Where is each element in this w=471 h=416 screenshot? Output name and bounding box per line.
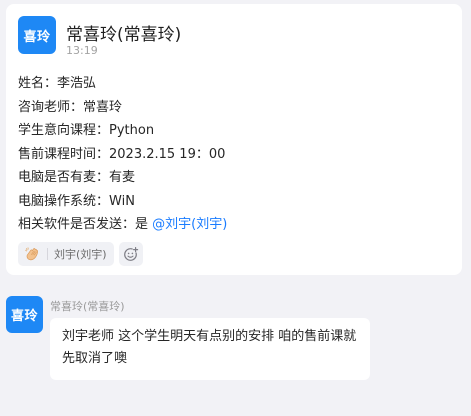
field-label: 电脑操作系统： — [18, 193, 110, 209]
field-row-name: 姓名：李浩弘 — [18, 72, 454, 96]
field-value: 李浩弘 — [57, 76, 97, 91]
field-label: 售前课程时间： — [18, 146, 110, 162]
field-row-teacher: 咨询老师：常喜玲 — [18, 96, 454, 120]
field-value: 有麦 — [109, 170, 136, 185]
message-sender-name: 常喜玲(常喜玲) — [50, 300, 125, 313]
field-value: Python — [109, 123, 155, 138]
clap-hand-icon — [25, 246, 38, 260]
card-sender-name: 常喜玲(常喜玲) — [66, 25, 182, 45]
reaction-user: 刘宇(刘宇) — [54, 247, 107, 261]
message-avatar[interactable]: 喜玲 — [6, 296, 43, 333]
field-value: 是 — [135, 217, 153, 232]
field-value: WiN — [109, 193, 135, 209]
card-timestamp: 13:19 — [66, 44, 98, 57]
field-row-course: 学生意向课程：Python — [18, 119, 454, 143]
message-card: 喜玲 常喜玲(常喜玲) 13:19 姓名：李浩弘 咨询老师：常喜玲 学生意向课程… — [6, 4, 462, 275]
field-label: 相关软件是否发送： — [18, 217, 136, 232]
field-row-time: 售前课程时间：2023.2.15 19：00 — [18, 143, 454, 167]
add-emoji-icon — [123, 246, 139, 261]
avatar[interactable]: 喜玲 — [18, 16, 56, 54]
reaction-chip[interactable]: 刘宇(刘宇) — [18, 241, 114, 266]
field-label: 学生意向课程： — [18, 123, 110, 138]
mention-link[interactable]: @刘宇(刘宇) — [152, 217, 227, 232]
form-fields: 姓名：李浩弘 咨询老师：常喜玲 学生意向课程：Python 售前课程时间：202… — [18, 72, 454, 237]
field-row-mic: 电脑是否有麦：有麦 — [18, 166, 454, 190]
field-label: 姓名： — [18, 76, 58, 91]
field-label: 电脑是否有麦： — [18, 170, 110, 185]
field-value: 常喜玲 — [83, 99, 123, 115]
field-label: 咨询老师： — [18, 99, 84, 115]
field-row-os: 电脑操作系统：WiN — [18, 190, 454, 214]
field-value: 2023.2.15 19：00 — [109, 146, 226, 162]
add-emoji-button[interactable] — [118, 241, 143, 266]
message-bubble: 刘宇老师 这个学生明天有点别的安排 咱的售前课就先取消了噢 — [50, 318, 370, 380]
reaction-row: 刘宇(刘宇) — [18, 241, 143, 266]
field-row-software-sent: 相关软件是否发送：是 @刘宇(刘宇) — [18, 213, 454, 237]
chip-divider — [47, 247, 48, 260]
